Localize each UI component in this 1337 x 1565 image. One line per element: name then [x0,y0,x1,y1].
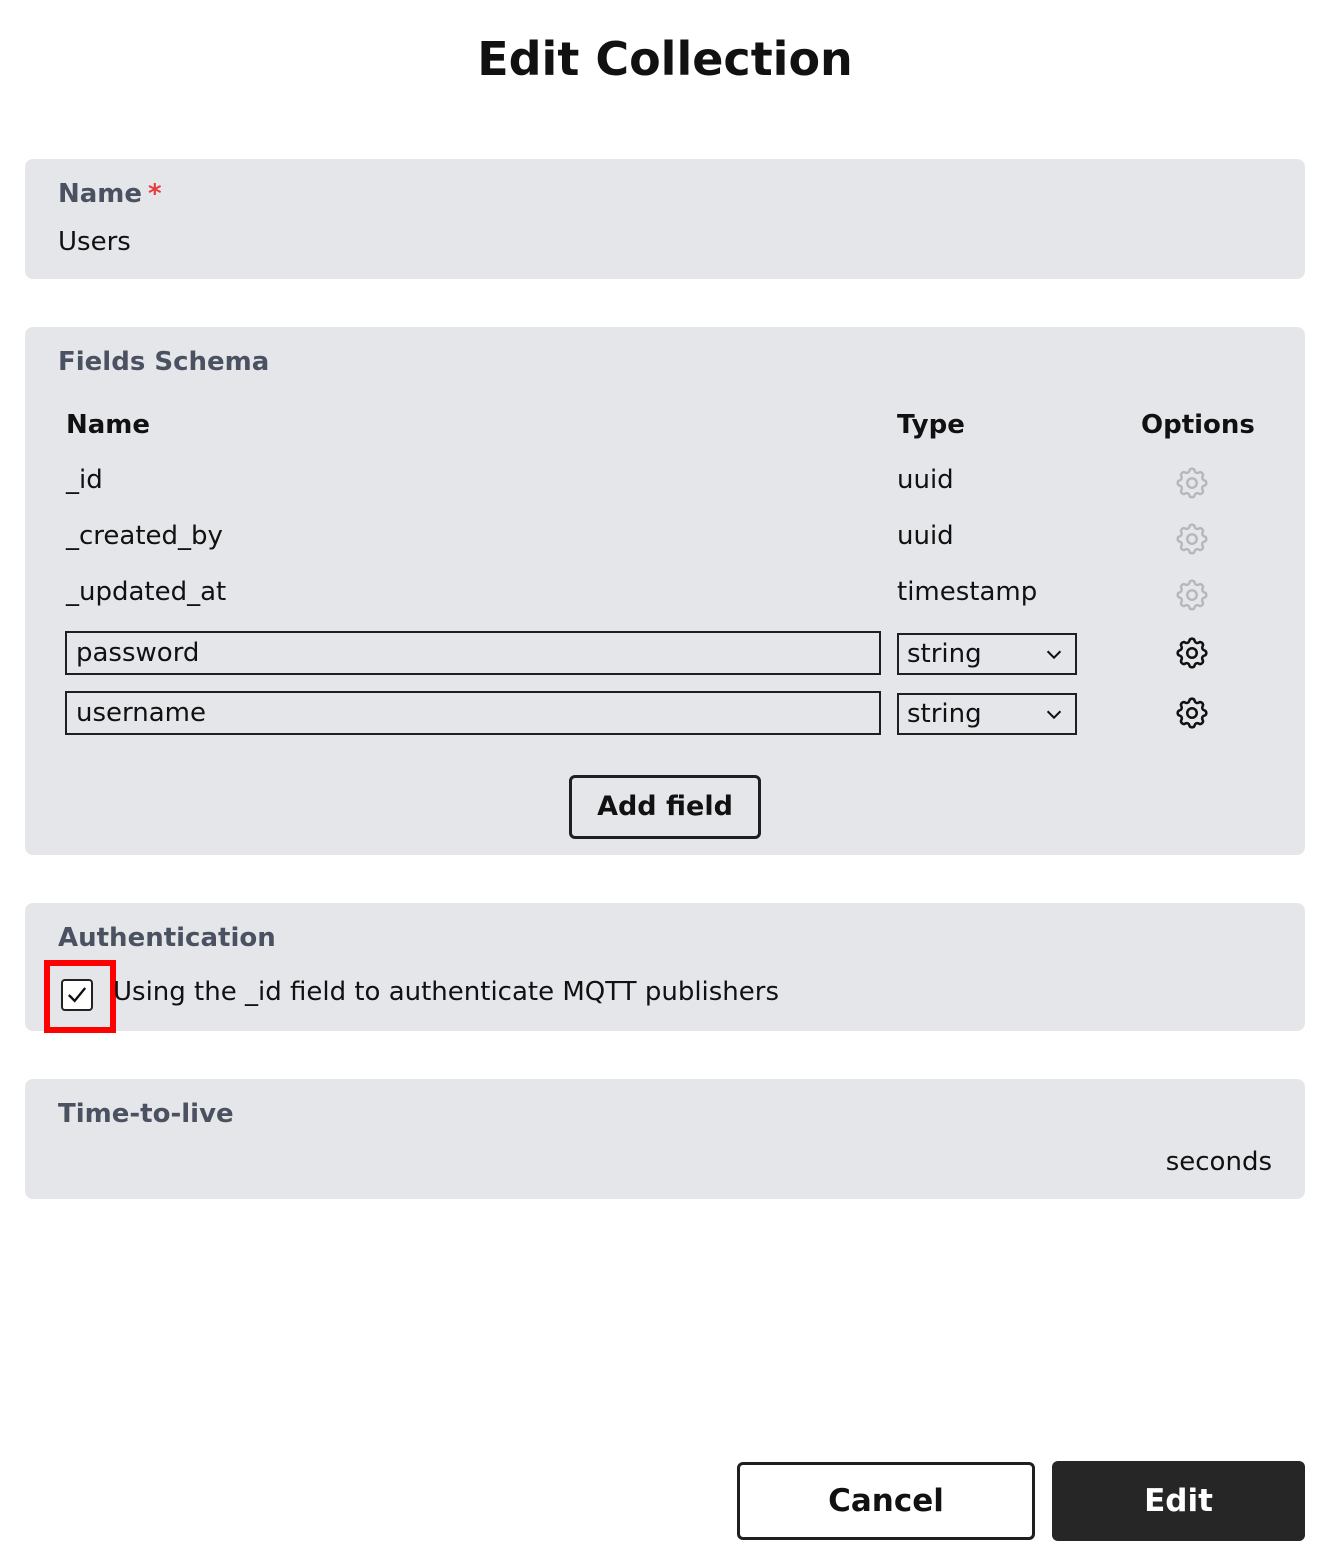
name-label-text: Name [58,179,143,209]
gear-icon[interactable] [1173,634,1211,672]
column-header-options: Options [1141,410,1255,440]
dialog-title: Edit Collection [477,32,853,86]
gear-icon[interactable] [1173,694,1211,732]
gear-icon [1173,576,1211,614]
field-name-created-by: _created_by [66,521,223,551]
name-label: Name * [58,179,162,209]
field-type-select-username[interactable]: string [897,693,1077,735]
authentication-label: Authentication [58,923,276,953]
edit-button[interactable]: Edit [1052,1461,1305,1541]
authentication-section: Authentication Using the _id field to au… [25,903,1305,1033]
edit-collection-dialog: Edit Collection Name * Users Fields Schem… [0,0,1337,1565]
time-to-live-label: Time-to-live [58,1099,234,1129]
collection-name-value: Users [58,227,131,257]
field-type-created-by: uuid [897,521,954,551]
time-to-live-section: Time-to-live seconds [25,1079,1305,1199]
chevron-down-icon [1046,650,1062,660]
checkmark-icon [68,987,87,1003]
field-name-id: _id [66,465,103,495]
gear-icon [1173,520,1211,558]
authenticate-checkbox-label: Using the _id field to authenticate MQTT… [113,977,780,1007]
field-type-updated-at: timestamp [897,577,1038,607]
fields-schema-section: Fields Schema Name Type Options _id uuid… [25,327,1305,855]
field-type-select-value: string [907,699,982,729]
cancel-button[interactable]: Cancel [737,1462,1035,1540]
authenticate-checkbox[interactable] [61,979,93,1011]
field-name-input-username[interactable] [65,691,881,735]
fields-schema-label: Fields Schema [58,347,270,377]
field-name-updated-at: _updated_at [66,577,227,607]
ttl-unit-label: seconds [1165,1147,1272,1177]
chevron-down-icon [1046,710,1062,720]
add-field-button[interactable]: Add field [569,775,761,839]
field-type-select-password[interactable]: string [897,633,1077,675]
field-type-id: uuid [897,465,954,495]
column-header-type: Type [897,410,965,440]
field-name-input-password[interactable] [65,631,881,675]
name-section: Name * Users [25,159,1305,279]
required-mark: * [148,179,162,209]
gear-icon [1173,464,1211,502]
column-header-name: Name [66,410,151,440]
field-type-select-value: string [907,639,982,669]
